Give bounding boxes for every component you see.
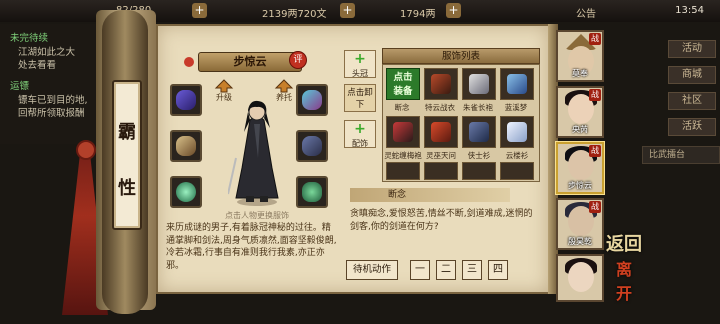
outfit-icon — [507, 74, 527, 94]
equip-slot-boots[interactable] — [296, 176, 328, 208]
outfit-slot[interactable] — [462, 162, 496, 180]
outfit-icon — [469, 74, 489, 94]
equip-slot-weapon[interactable] — [170, 84, 202, 116]
roster-card[interactable]: 战 殷昊乾 — [556, 198, 604, 250]
idle-action-2[interactable]: 二 — [436, 260, 456, 280]
return-label: 返回 — [606, 234, 642, 255]
fight-badge-icon: 战 — [589, 145, 601, 157]
community-button[interactable]: 社区 — [668, 92, 716, 110]
roster-card-selected[interactable]: 战 步惊云 — [556, 142, 604, 194]
equip-slot-hat[interactable] — [296, 84, 328, 116]
outfit-detail-text: 贪瞋痴念,爱恨怒苦,情丝不断,剑道难成,迷惘的剑客,你的剑道在何方? — [350, 209, 533, 232]
outfit-name: 蓝溪梦 — [504, 103, 528, 112]
clan-char: 性 — [118, 178, 136, 199]
change-outfit-hint: 点击人物更换服饰 — [225, 211, 289, 220]
outfit-icon — [507, 122, 527, 142]
roster-card[interactable] — [556, 254, 604, 302]
leave-label: 离开 — [616, 260, 633, 303]
hero-figure[interactable] — [228, 98, 286, 208]
active-button[interactable]: 活跃 — [668, 118, 716, 136]
return-button[interactable]: 返回 离开 — [606, 230, 646, 303]
fight-badge-icon: 战 — [589, 89, 601, 101]
outfit-name: 灵巫天问 — [426, 151, 456, 160]
outfit-icon — [431, 74, 451, 94]
roster-name: 步惊云 — [568, 181, 592, 190]
outfit-icon — [431, 122, 451, 142]
outfit-slot[interactable] — [386, 116, 420, 148]
outfit-icon — [469, 122, 489, 142]
outfit-slot[interactable] — [500, 116, 534, 148]
roster-name: 莫奉 — [572, 69, 588, 78]
equip-slot-ring[interactable] — [170, 176, 202, 208]
right-menu: 活动 商城 社区 活跃 — [668, 40, 720, 144]
outfit-icon — [393, 122, 413, 142]
arrow-up-icon — [214, 79, 234, 93]
roster-name: 央芮 — [572, 125, 588, 134]
robe-icon — [176, 90, 196, 110]
idle-action-4[interactable]: 四 — [488, 260, 508, 280]
roster-card[interactable]: 战 央芮 — [556, 86, 604, 138]
plus-icon: + — [354, 121, 366, 137]
tassel-knot — [76, 140, 96, 160]
ring-icon — [176, 182, 196, 202]
character-description: 来历成谜的男子,有着脉冠神秘的过往。精通掌脚和剑法,周身气质凛然,面容坚毅俊朗,… — [166, 222, 338, 284]
idle-action-button[interactable]: 待机动作 — [346, 260, 398, 280]
clan-plate: 霸 性 — [112, 80, 142, 230]
activity-button[interactable]: 活动 — [668, 40, 716, 58]
outfit-slot[interactable] — [500, 68, 534, 100]
outfit-slot[interactable] — [462, 116, 496, 148]
hat-icon — [302, 90, 322, 110]
equip-slot-armor[interactable] — [296, 130, 328, 162]
outfit-name: 灵蛇缠梅袍 — [384, 151, 422, 160]
arrow-up-icon — [274, 79, 294, 93]
armor-icon — [302, 136, 322, 156]
outfit-name: 特云战衣 — [425, 103, 455, 112]
outfit-name: 云楼衫 — [505, 151, 529, 160]
add-stamina-button[interactable]: + — [192, 3, 207, 18]
outfit-slot[interactable] — [424, 116, 458, 148]
rate-button[interactable]: 评 — [289, 51, 307, 69]
sword-icon — [176, 136, 196, 156]
outfit-slot[interactable] — [462, 68, 496, 100]
outfit-name: 断念 — [394, 103, 410, 112]
outfit-name: 侠士衫 — [467, 151, 491, 160]
unequip-label: 点击卸下 — [347, 88, 373, 110]
accessory-label: 配饰 — [352, 139, 368, 148]
headwear-label: 头冠 — [352, 69, 368, 78]
shop-button[interactable]: 商城 — [668, 66, 716, 84]
equip-label-2: 装备 — [393, 86, 413, 97]
currency-value: 2139两720文 — [262, 9, 327, 20]
roster-card[interactable]: 战 莫奉 — [556, 30, 604, 82]
notice-link[interactable]: 公告 — [576, 5, 596, 20]
fight-badge-icon: 战 — [589, 33, 601, 45]
ingot-value: 1794两 — [400, 9, 436, 20]
portrait — [568, 262, 594, 292]
add-ingot-button[interactable]: + — [446, 3, 461, 18]
name-bullet-icon — [184, 57, 194, 67]
add-currency-button[interactable]: + — [340, 3, 355, 18]
outfit-slot[interactable] — [424, 68, 458, 100]
boots-icon — [302, 182, 322, 202]
outfit-slot[interactable] — [424, 162, 458, 180]
outfit-list-title: 服饰列表 — [382, 48, 540, 64]
outfit-detail-title: 断念 — [350, 188, 510, 202]
upgrade-button[interactable]: 升级 — [212, 78, 236, 102]
cultivate-button[interactable]: 养托 — [272, 78, 296, 102]
character-name: 步惊云 — [198, 52, 302, 72]
equip-outfit-button[interactable]: 点击 装备 — [386, 68, 420, 100]
roster-name: 殷昊乾 — [568, 237, 592, 246]
plus-icon: + — [354, 51, 366, 67]
clan-char: 霸 — [118, 122, 136, 143]
equip-label-1: 点击 — [393, 72, 413, 83]
outfit-name: 朱雀长袍 — [463, 103, 493, 112]
outfit-slot[interactable] — [500, 162, 534, 180]
fight-badge-icon: 战 — [589, 201, 601, 213]
idle-action-3[interactable]: 三 — [462, 260, 482, 280]
outfit-slot[interactable] — [386, 162, 420, 180]
equip-slot-sword[interactable] — [170, 130, 202, 162]
clock: 13:54 — [675, 5, 704, 16]
arena-bar[interactable]: 比武擂台 — [642, 146, 720, 164]
unequip-button[interactable]: 点击卸下 — [344, 84, 376, 112]
idle-action-1[interactable]: 一 — [410, 260, 430, 280]
